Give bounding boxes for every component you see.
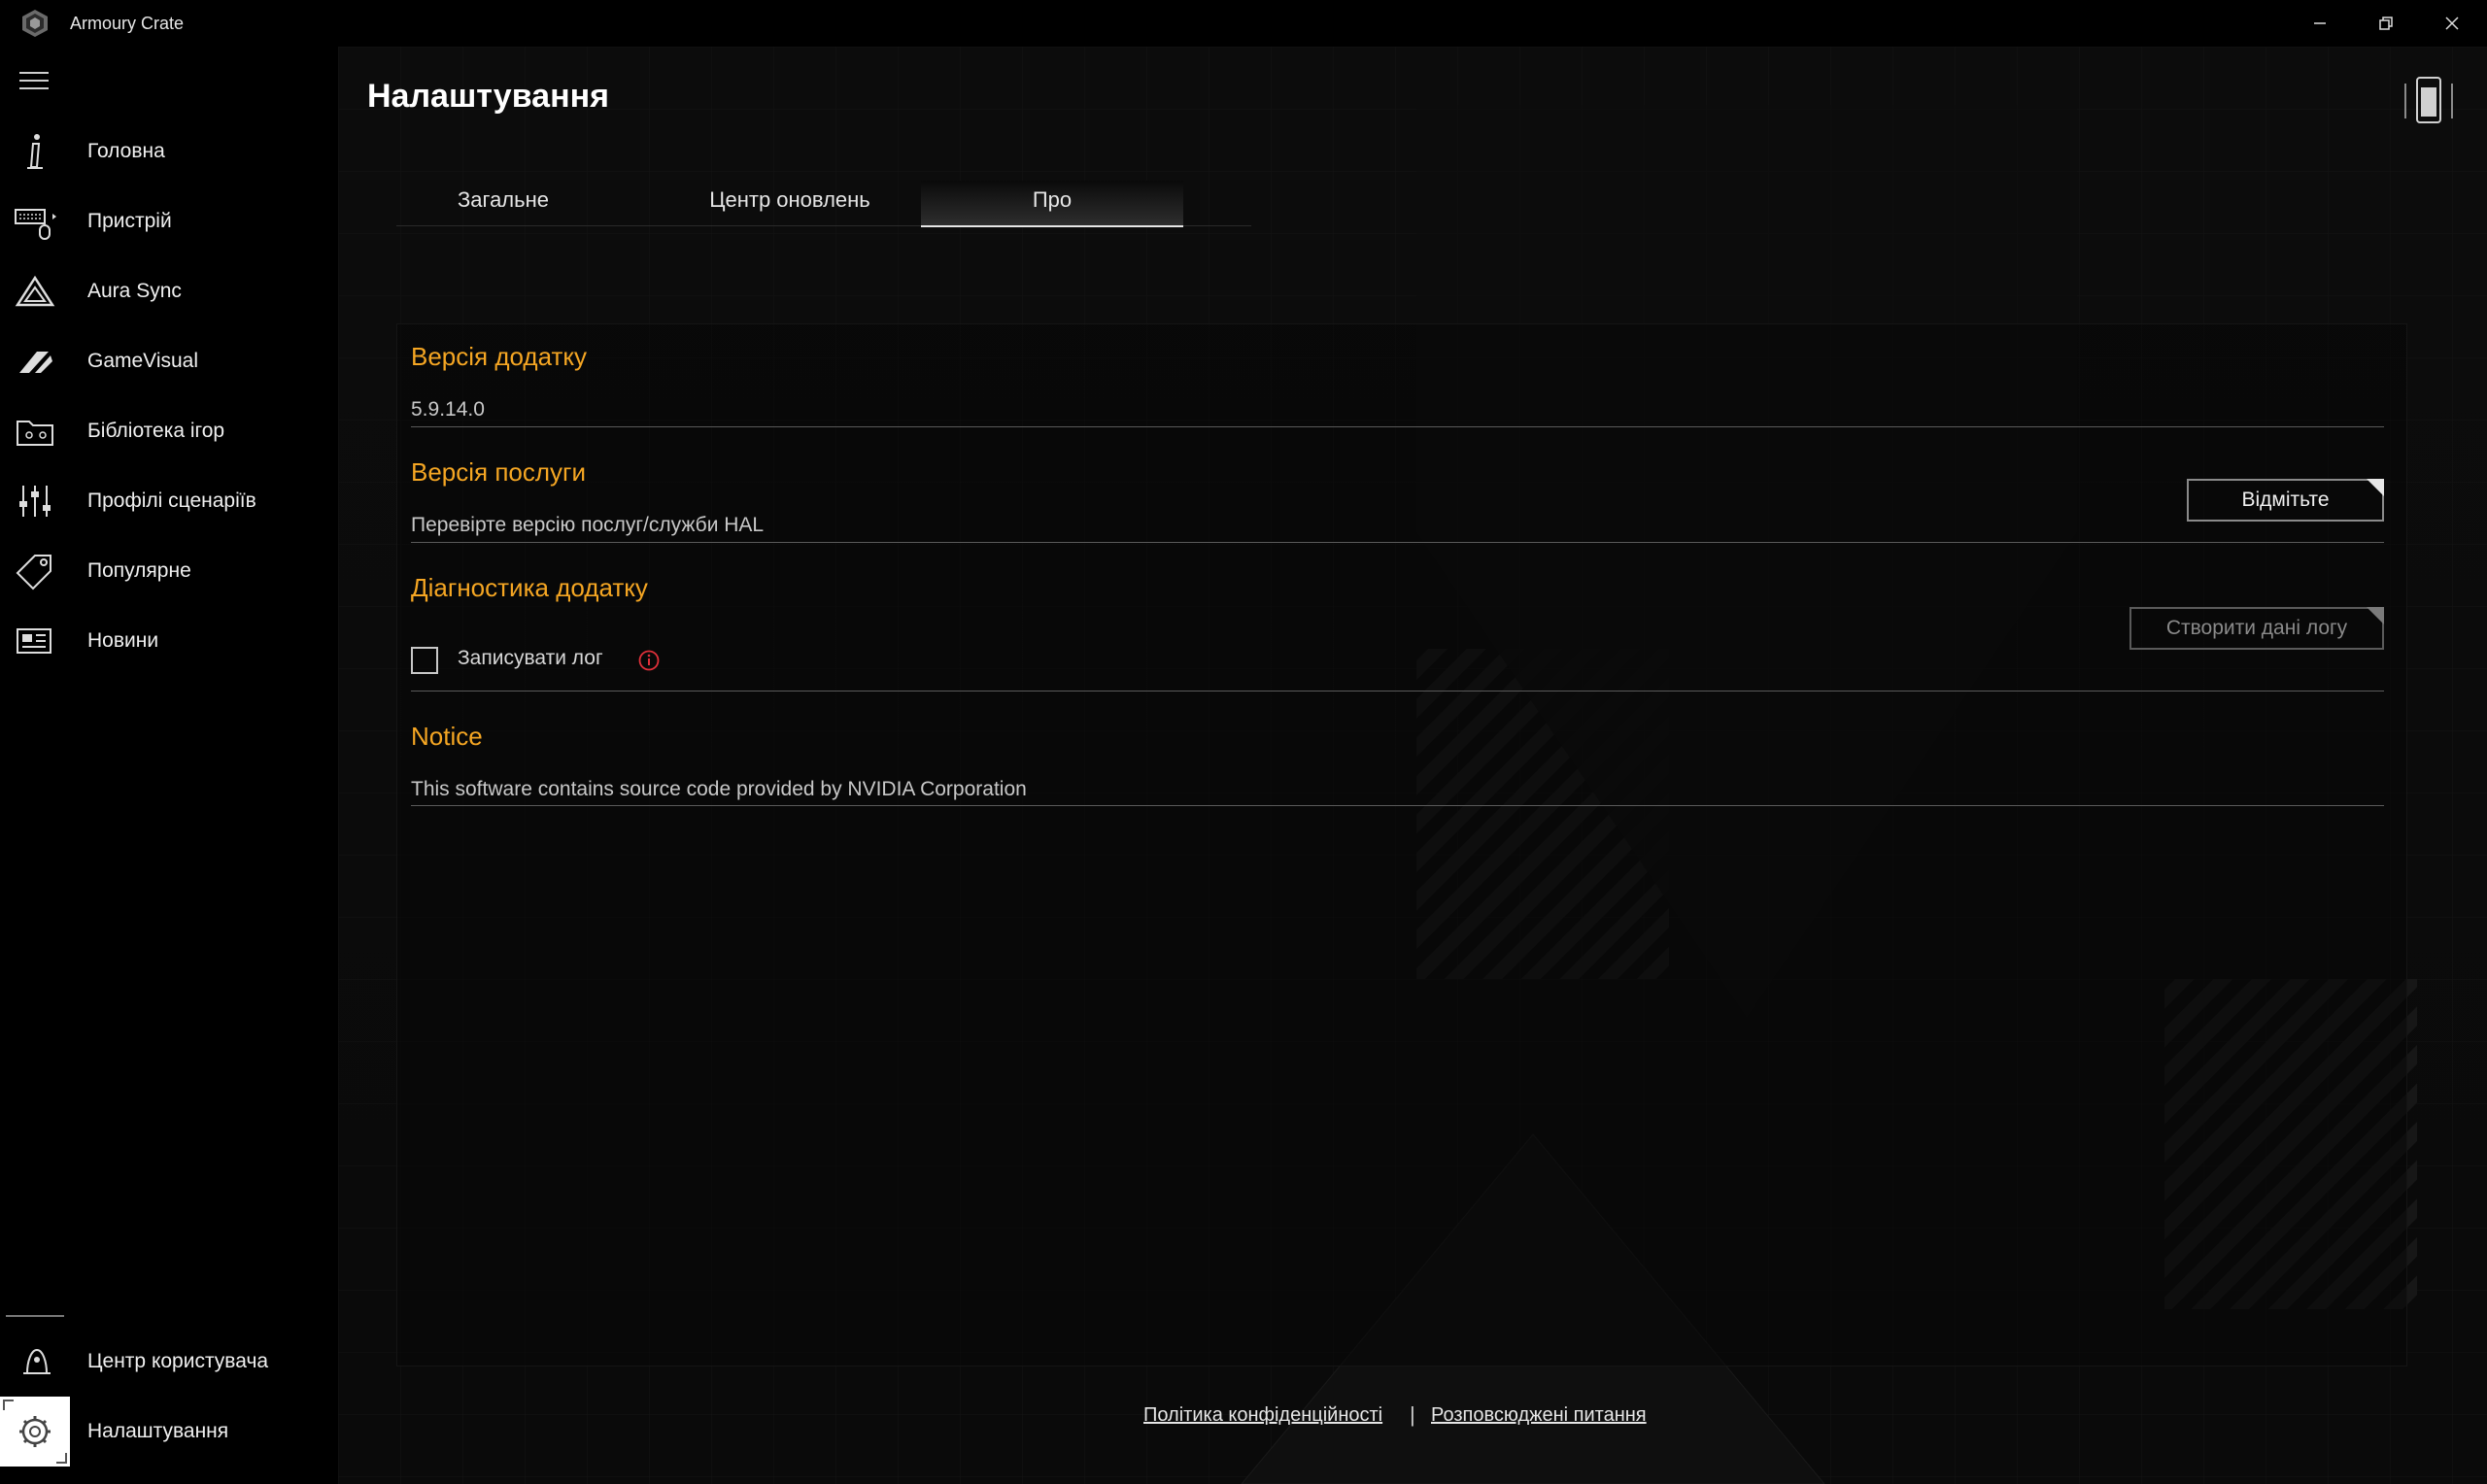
divider	[411, 426, 2384, 427]
sidebar-item-news[interactable]: Новини	[0, 606, 338, 676]
sliders-icon	[14, 482, 56, 521]
gear-icon	[0, 1397, 70, 1467]
close-button[interactable]	[2425, 6, 2479, 41]
sidebar-item-game-library[interactable]: Бібліотека ігор	[0, 396, 338, 466]
sidebar-item-label: Профілі сценаріїв	[87, 489, 256, 512]
sidebar-item-device[interactable]: Пристрій	[0, 186, 338, 256]
notice-text: This software contains source code provi…	[411, 778, 1027, 800]
device-laptop-icon[interactable]	[2398, 74, 2460, 128]
notice-title: Notice	[411, 722, 483, 751]
tab-update-center[interactable]: Центр оновлень	[659, 181, 921, 225]
page-title: Налаштування	[367, 78, 609, 115]
sidebar-item-settings[interactable]: Налаштування	[0, 1397, 338, 1467]
settings-tabs: Загальне Центр оновлень Про	[396, 181, 1251, 227]
faq-link[interactable]: Розповсюджені питання	[1431, 1404, 1647, 1427]
sidebar-item-label: GameVisual	[87, 350, 199, 372]
minimize-button[interactable]	[2293, 6, 2347, 41]
hamburger-menu-icon[interactable]	[19, 72, 49, 93]
sidebar-item-label: Популярне	[87, 559, 191, 582]
button-label: Створити дані логу	[2165, 617, 2348, 639]
divider	[411, 542, 2384, 543]
news-icon	[14, 622, 56, 660]
sidebar-item-label: Новини	[87, 629, 159, 652]
home-info-icon	[14, 132, 56, 171]
about-panel	[396, 323, 2407, 1366]
sidebar-item-popular[interactable]: Популярне	[0, 536, 338, 606]
app-version-title: Версія додатку	[411, 342, 588, 371]
button-label: Відмітьте	[2241, 489, 2330, 511]
record-log-checkbox[interactable]	[411, 647, 438, 674]
sidebar-item-label: Aura Sync	[87, 280, 182, 302]
button-corner-accent	[2367, 479, 2384, 496]
diagnostics-title: Діагностика додатку	[411, 573, 648, 602]
sidebar-item-user-center[interactable]: Центр користувача	[0, 1327, 338, 1397]
tab-general[interactable]: Загальне	[396, 181, 610, 225]
gamevisual-icon	[14, 342, 56, 381]
create-log-data-button[interactable]: Створити дані логу	[2129, 607, 2384, 650]
sidebar-item-label: Налаштування	[87, 1420, 229, 1442]
info-icon[interactable]	[637, 649, 661, 672]
game-library-icon	[14, 412, 56, 451]
service-version-title: Версія послуги	[411, 457, 587, 487]
record-log-label: Записувати лог	[458, 647, 603, 669]
app-title: Armoury Crate	[70, 14, 185, 33]
sidebar-item-scenario-profiles[interactable]: Профілі сценаріїв	[0, 466, 338, 536]
user-center-icon	[14, 1342, 56, 1381]
tab-about[interactable]: Про	[921, 181, 1183, 227]
privacy-policy-link[interactable]: Політика конфіденційності	[1143, 1404, 1382, 1427]
main-content: Налаштування Загальне Центр оновлень Про	[338, 47, 2487, 1484]
aura-triangle-icon	[14, 272, 56, 311]
title-bar: Armoury Crate	[0, 0, 2487, 47]
app-version-value: 5.9.14.0	[411, 398, 485, 421]
keyboard-mouse-icon	[14, 202, 56, 241]
service-version-value: Перевірте версію послуг/служби HAL	[411, 514, 765, 536]
sidebar-item-label: Пристрій	[87, 210, 172, 232]
sidebar-item-aura-sync[interactable]: Aura Sync	[0, 256, 338, 326]
sidebar: Головна Пристрій Aura Sync GameVisual Бі…	[0, 47, 338, 1484]
sidebar-item-gamevisual[interactable]: GameVisual	[0, 326, 338, 396]
sidebar-item-home[interactable]: Головна	[0, 117, 338, 186]
sidebar-item-label: Центр користувача	[87, 1350, 269, 1372]
armoury-crate-logo-icon	[19, 8, 51, 39]
sidebar-divider	[6, 1315, 64, 1317]
check-service-version-button[interactable]: Відмітьте	[2187, 479, 2384, 522]
sidebar-item-label: Бібліотека ігор	[87, 420, 225, 442]
restore-button[interactable]	[2359, 6, 2413, 41]
tag-icon	[14, 552, 56, 590]
footer-separator: |	[1410, 1402, 1415, 1427]
sidebar-item-label: Головна	[87, 140, 165, 162]
button-corner-accent	[2367, 607, 2384, 624]
divider	[411, 805, 2384, 806]
